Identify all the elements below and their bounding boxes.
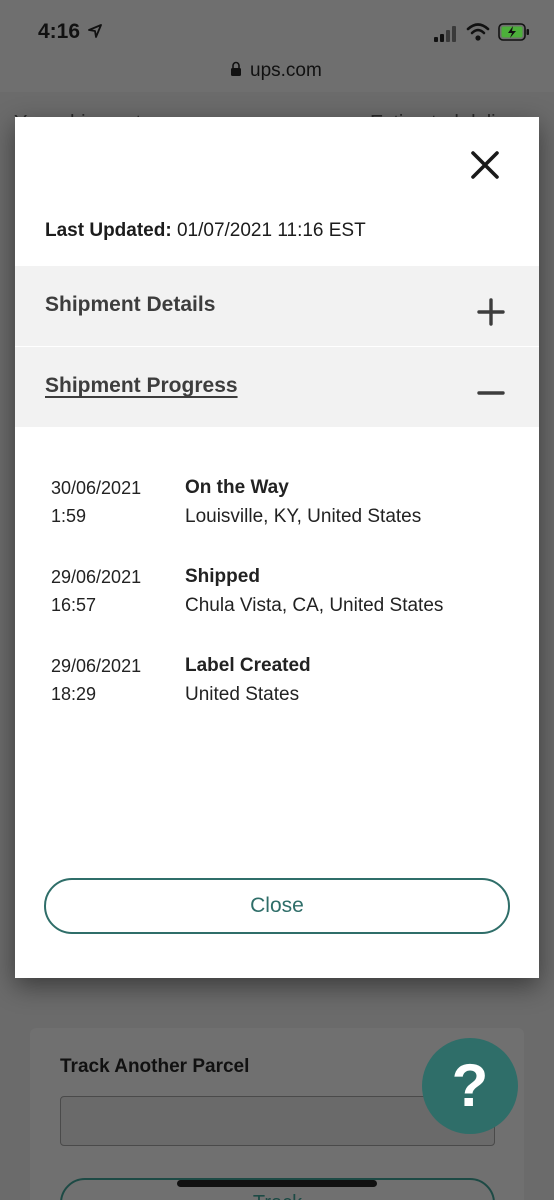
plus-icon bbox=[477, 298, 505, 326]
wifi-icon bbox=[466, 23, 490, 41]
shipment-details-toggle[interactable]: Shipment Details bbox=[15, 266, 539, 346]
status-time: 4:16 bbox=[38, 20, 81, 43]
minus-icon bbox=[477, 391, 505, 395]
event-time: 18:29 bbox=[51, 684, 97, 704]
lock-icon bbox=[231, 61, 241, 76]
track-another-title: Track Another Parcel bbox=[60, 1056, 250, 1077]
progress-event: 30/06/2021 1:59 On the Way Louisville, K… bbox=[51, 474, 521, 563]
event-location: Louisville, KY, United States bbox=[185, 506, 422, 527]
shipment-progress-label: Shipment Progress bbox=[45, 374, 238, 397]
progress-event: 29/06/2021 16:57 Shipped Chula Vista, CA… bbox=[51, 563, 521, 652]
shipment-progress-modal: Last Updated: 01/07/2021 11:16 EST Shipm… bbox=[15, 117, 539, 978]
event-date: 30/06/2021 bbox=[51, 478, 142, 498]
last-updated: Last Updated: 01/07/2021 11:16 EST bbox=[45, 220, 366, 242]
url-bar[interactable]: ups.com bbox=[0, 52, 554, 92]
event-location: Chula Vista, CA, United States bbox=[185, 595, 444, 616]
event-date: 29/06/2021 bbox=[51, 567, 142, 587]
shipment-progress-toggle[interactable]: Shipment Progress bbox=[15, 347, 539, 427]
event-status: Shipped bbox=[185, 566, 260, 587]
event-time: 16:57 bbox=[51, 595, 97, 615]
event-status: Label Created bbox=[185, 655, 311, 676]
home-indicator bbox=[177, 1180, 377, 1187]
shipment-details-label: Shipment Details bbox=[45, 293, 216, 316]
cellular-signal-icon bbox=[434, 26, 460, 42]
event-status: On the Way bbox=[185, 477, 289, 498]
url-domain: ups.com bbox=[250, 60, 322, 81]
progress-event: 29/06/2021 18:29 Label Created United St… bbox=[51, 652, 521, 741]
status-bar: 4:16 bbox=[0, 0, 554, 58]
help-button[interactable]: ? bbox=[422, 1038, 518, 1134]
battery-charging-icon bbox=[498, 23, 529, 41]
last-updated-label: Last Updated: bbox=[45, 220, 172, 241]
event-time: 1:59 bbox=[51, 506, 87, 526]
location-arrow-icon bbox=[88, 24, 102, 38]
close-icon[interactable] bbox=[467, 147, 503, 183]
close-button[interactable]: Close bbox=[44, 878, 510, 934]
progress-events-list: 30/06/2021 1:59 On the Way Louisville, K… bbox=[51, 474, 521, 741]
event-location: United States bbox=[185, 684, 300, 705]
event-date: 29/06/2021 bbox=[51, 656, 142, 676]
last-updated-value: 01/07/2021 11:16 EST bbox=[176, 220, 366, 241]
